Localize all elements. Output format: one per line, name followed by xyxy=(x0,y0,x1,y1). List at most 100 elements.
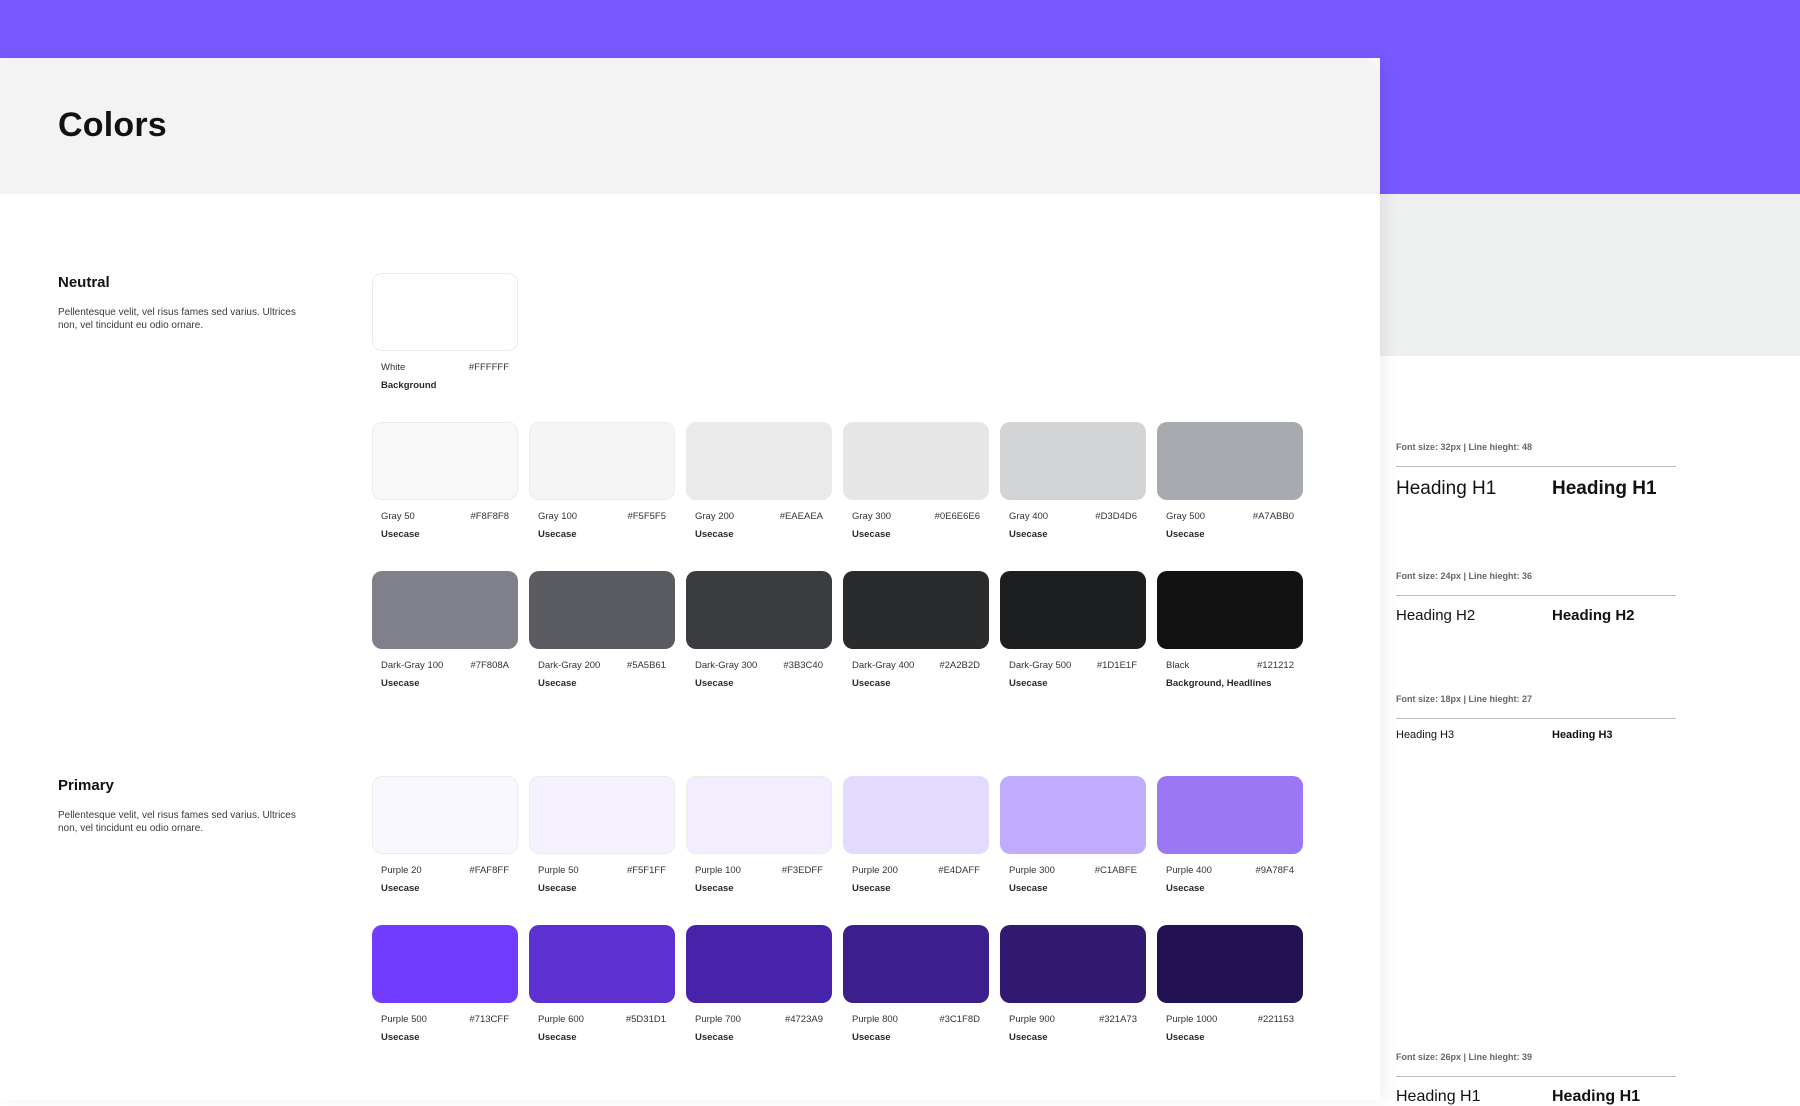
swatch-meta: Purple 50 #F5F1FF xyxy=(529,865,675,876)
swatch-meta: Dark-Gray 500 #1D1E1F xyxy=(1000,660,1146,671)
swatch-usecase: Usecase xyxy=(852,678,891,689)
color-chip[interactable] xyxy=(372,273,518,351)
color-swatch[interactable]: Dark-Gray 500 #1D1E1F Usecase xyxy=(1000,571,1146,689)
swatch-meta: Purple 800 #3C1F8D xyxy=(843,1014,989,1025)
color-chip[interactable] xyxy=(686,776,832,854)
color-swatch[interactable]: Gray 100 #F5F5F5 Usecase xyxy=(529,422,675,540)
primary-section-title: Primary xyxy=(58,777,114,794)
swatch-name: Purple 200 xyxy=(852,865,898,876)
color-swatch[interactable]: Purple 800 #3C1F8D Usecase xyxy=(843,925,989,1043)
swatch-name: Purple 20 xyxy=(381,865,422,876)
color-swatch[interactable]: Purple 300 #C1ABFE Usecase xyxy=(1000,776,1146,894)
color-swatch[interactable]: Purple 100 #F3EDFF Usecase xyxy=(686,776,832,894)
color-chip[interactable] xyxy=(843,776,989,854)
color-swatch[interactable]: Purple 50 #F5F1FF Usecase xyxy=(529,776,675,894)
color-swatch[interactable]: Dark-Gray 400 #2A2B2D Usecase xyxy=(843,571,989,689)
swatch-usecase: Usecase xyxy=(695,678,734,689)
swatch-hex: #3B3C40 xyxy=(783,660,823,671)
color-swatch[interactable]: Purple 200 #E4DAFF Usecase xyxy=(843,776,989,894)
color-swatch[interactable]: Purple 400 #9A78F4 Usecase xyxy=(1157,776,1303,894)
swatch-hex: #F5F1FF xyxy=(626,865,666,876)
color-swatch[interactable]: Purple 500 #713CFF Usecase xyxy=(372,925,518,1043)
swatch-usecase: Usecase xyxy=(695,1032,734,1043)
swatch-usecase: Usecase xyxy=(1009,883,1048,894)
color-chip[interactable] xyxy=(1157,776,1303,854)
color-swatch[interactable]: Dark-Gray 100 #7F808A Usecase xyxy=(372,571,518,689)
swatch-hex: #3C1F8D xyxy=(939,1014,980,1025)
swatch-name: Purple 900 xyxy=(1009,1014,1055,1025)
typography-spec-label: Font size: 24px | Line hieght: 36 xyxy=(1396,571,1533,581)
color-chip[interactable] xyxy=(1157,925,1303,1003)
color-chip[interactable] xyxy=(1157,422,1303,500)
color-chip[interactable] xyxy=(686,571,832,649)
heading-sample-bold: Heading H1 xyxy=(1552,1088,1641,1105)
swatch-meta: Dark-Gray 100 #7F808A xyxy=(372,660,518,671)
color-swatch[interactable]: Black #121212 Background, Headlines xyxy=(1157,571,1303,689)
color-chip[interactable] xyxy=(372,925,518,1003)
swatch-meta: Purple 500 #713CFF xyxy=(372,1014,518,1025)
swatch-usecase: Usecase xyxy=(852,529,891,540)
color-swatch[interactable]: Purple 20 #FAF8FF Usecase xyxy=(372,776,518,894)
swatch-name: Purple 50 xyxy=(538,865,579,876)
color-swatch[interactable]: Purple 700 #4723A9 Usecase xyxy=(686,925,832,1043)
color-swatch[interactable]: Dark-Gray 300 #3B3C40 Usecase xyxy=(686,571,832,689)
color-swatch[interactable]: Dark-Gray 200 #5A5B61 Usecase xyxy=(529,571,675,689)
swatch-usecase: Usecase xyxy=(381,1032,420,1043)
color-chip[interactable] xyxy=(686,422,832,500)
swatch-usecase: Usecase xyxy=(538,1032,577,1043)
typography-divider xyxy=(1396,718,1676,719)
swatch-name: Dark-Gray 100 xyxy=(381,660,444,671)
swatch-hex: #1D1E1F xyxy=(1096,660,1137,671)
swatch-name: Purple 600 xyxy=(538,1014,584,1025)
color-swatch[interactable]: White #FFFFFF Background xyxy=(372,273,518,391)
color-chip[interactable] xyxy=(686,925,832,1003)
color-chip[interactable] xyxy=(529,571,675,649)
color-chip[interactable] xyxy=(372,571,518,649)
color-chip[interactable] xyxy=(372,422,518,500)
color-chip[interactable] xyxy=(529,925,675,1003)
color-swatch[interactable]: Gray 200 #EAEAEA Usecase xyxy=(686,422,832,540)
color-swatch[interactable]: Gray 300 #0E6E6E6 Usecase xyxy=(843,422,989,540)
color-swatch[interactable]: Gray 400 #D3D4D6 Usecase xyxy=(1000,422,1146,540)
color-chip[interactable] xyxy=(529,776,675,854)
swatch-hex: #9A78F4 xyxy=(1255,865,1294,876)
swatch-meta: Purple 900 #321A73 xyxy=(1000,1014,1146,1025)
right-gray-band xyxy=(1380,194,1800,356)
swatch-meta: Gray 50 #F8F8F8 xyxy=(372,511,518,522)
swatch-name: White xyxy=(381,362,406,373)
swatch-hex: #321A73 xyxy=(1098,1014,1137,1025)
typography-divider xyxy=(1396,595,1676,596)
swatch-name: Gray 400 xyxy=(1009,511,1049,522)
primary-section-description: Pellentesque velit, vel risus fames sed … xyxy=(58,810,296,834)
heading-sample-regular: Heading H3 xyxy=(1396,729,1455,741)
swatch-usecase: Usecase xyxy=(1166,883,1205,894)
swatch-name: Purple 1000 xyxy=(1166,1014,1218,1025)
heading-sample-regular: Heading H1 xyxy=(1396,478,1497,499)
color-swatch[interactable]: Purple 600 #5D31D1 Usecase xyxy=(529,925,675,1043)
color-chip[interactable] xyxy=(1000,925,1146,1003)
swatch-usecase: Usecase xyxy=(381,883,420,894)
color-chip[interactable] xyxy=(529,422,675,500)
color-swatch[interactable]: Gray 50 #F8F8F8 Usecase xyxy=(372,422,518,540)
swatch-meta: Gray 100 #F5F5F5 xyxy=(529,511,675,522)
color-chip[interactable] xyxy=(1000,422,1146,500)
color-swatch[interactable]: Purple 1000 #221153 Usecase xyxy=(1157,925,1303,1043)
color-chip[interactable] xyxy=(843,571,989,649)
swatch-name: Gray 100 xyxy=(538,511,578,522)
color-chip[interactable] xyxy=(843,422,989,500)
swatch-hex: #E4DAFF xyxy=(938,865,980,876)
swatch-hex: #FAF8FF xyxy=(469,865,509,876)
color-swatch[interactable]: Gray 500 #A7ABB0 Usecase xyxy=(1157,422,1303,540)
swatch-meta: Gray 400 #D3D4D6 xyxy=(1000,511,1146,522)
swatch-hex: #A7ABB0 xyxy=(1252,511,1294,522)
color-chip[interactable] xyxy=(372,776,518,854)
color-chip[interactable] xyxy=(1000,776,1146,854)
color-chip[interactable] xyxy=(1157,571,1303,649)
swatch-hex: #121212 xyxy=(1257,660,1294,671)
swatch-hex: #F5F5F5 xyxy=(627,511,666,522)
swatch-meta: Gray 300 #0E6E6E6 xyxy=(843,511,989,522)
color-swatch[interactable]: Purple 900 #321A73 Usecase xyxy=(1000,925,1146,1043)
heading-sample-bold: Heading H3 xyxy=(1552,729,1613,741)
color-chip[interactable] xyxy=(1000,571,1146,649)
color-chip[interactable] xyxy=(843,925,989,1003)
